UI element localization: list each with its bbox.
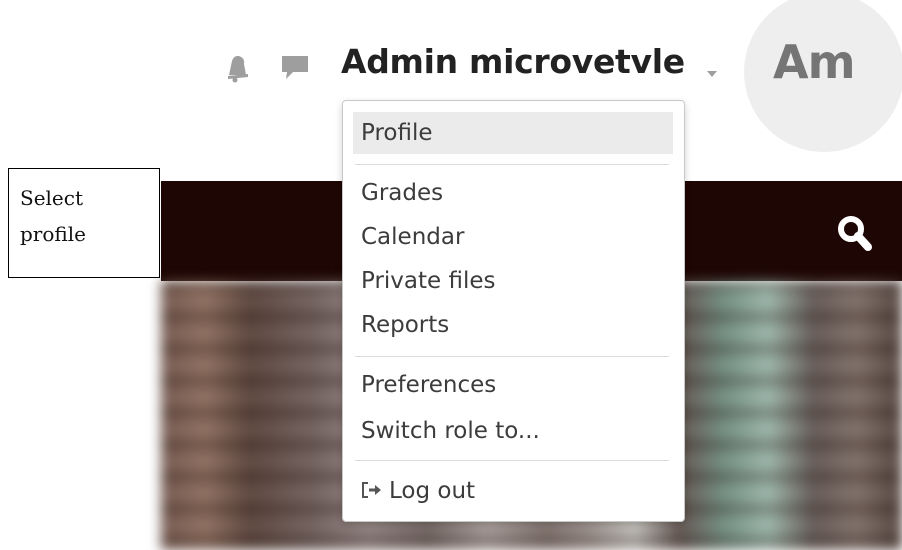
menu-divider — [355, 164, 669, 165]
menu-item-switch-role[interactable]: Switch role to... — [353, 410, 673, 452]
logout-icon — [362, 481, 381, 498]
menu-divider — [355, 356, 669, 357]
search-icon[interactable] — [835, 213, 883, 257]
chat-icon[interactable] — [280, 53, 310, 83]
caret-down-icon[interactable] — [705, 69, 719, 79]
user-menu-toggle[interactable]: Admin microvetvle — [341, 42, 685, 81]
menu-item-logout[interactable]: Log out — [353, 470, 673, 512]
menu-divider — [355, 460, 669, 461]
menu-item-private-files[interactable]: Private files — [353, 260, 673, 302]
menu-item-calendar[interactable]: Calendar — [353, 216, 673, 258]
logout-label: Log out — [389, 478, 476, 504]
avatar-initials: Am — [773, 35, 856, 89]
bell-icon[interactable] — [224, 53, 250, 83]
annotation-text: Select profile — [20, 186, 86, 246]
menu-item-profile[interactable]: Profile — [353, 112, 673, 154]
menu-item-reports[interactable]: Reports — [353, 304, 673, 346]
menu-item-preferences[interactable]: Preferences — [353, 364, 673, 406]
menu-item-grades[interactable]: Grades — [353, 172, 673, 214]
